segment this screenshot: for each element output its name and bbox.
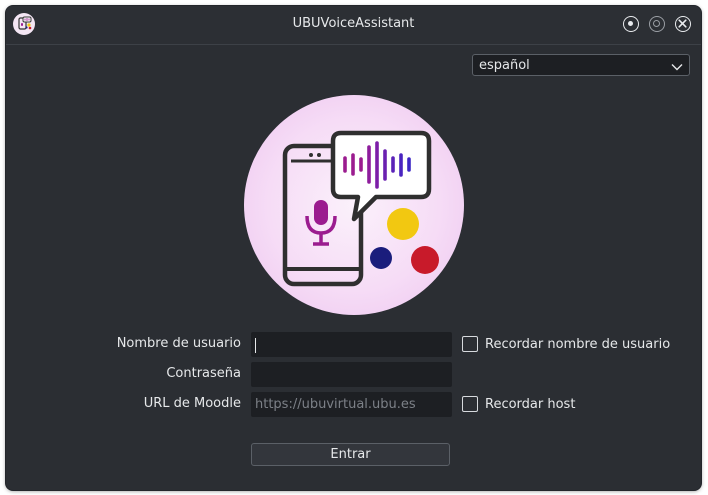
text-caret bbox=[255, 338, 256, 353]
remember-username-label[interactable]: Recordar nombre de usuario bbox=[485, 337, 670, 352]
password-field[interactable] bbox=[251, 362, 452, 387]
title-bar[interactable]: UBUVoiceAssistant bbox=[6, 6, 701, 45]
moodle-url-placeholder: https://ubuvirtual.ubu.es bbox=[255, 397, 416, 412]
language-select[interactable]: español bbox=[472, 54, 690, 76]
login-button[interactable]: Entrar bbox=[251, 443, 450, 466]
login-window: UBUVoiceAssistant español Nombre de usua… bbox=[6, 6, 701, 490]
password-label: Contraseña bbox=[166, 366, 241, 381]
language-selected-value: español bbox=[479, 58, 530, 73]
window-title: UBUVoiceAssistant bbox=[292, 16, 415, 31]
username-field[interactable] bbox=[251, 332, 452, 357]
moodle-url-field[interactable]: https://ubuvirtual.ubu.es bbox=[251, 392, 452, 417]
username-label: Nombre de usuario bbox=[116, 336, 241, 351]
chevron-down-icon bbox=[671, 60, 683, 75]
remember-username-checkbox[interactable] bbox=[462, 336, 478, 352]
moodle-url-label: URL de Moodle bbox=[143, 396, 241, 411]
close-icon[interactable] bbox=[675, 16, 691, 32]
voice-assistant-logo bbox=[244, 95, 464, 315]
remember-host-label[interactable]: Recordar host bbox=[485, 397, 575, 412]
remember-host-checkbox[interactable] bbox=[462, 396, 478, 412]
minimize-icon[interactable] bbox=[649, 16, 665, 32]
keep-above-icon[interactable] bbox=[623, 16, 639, 32]
